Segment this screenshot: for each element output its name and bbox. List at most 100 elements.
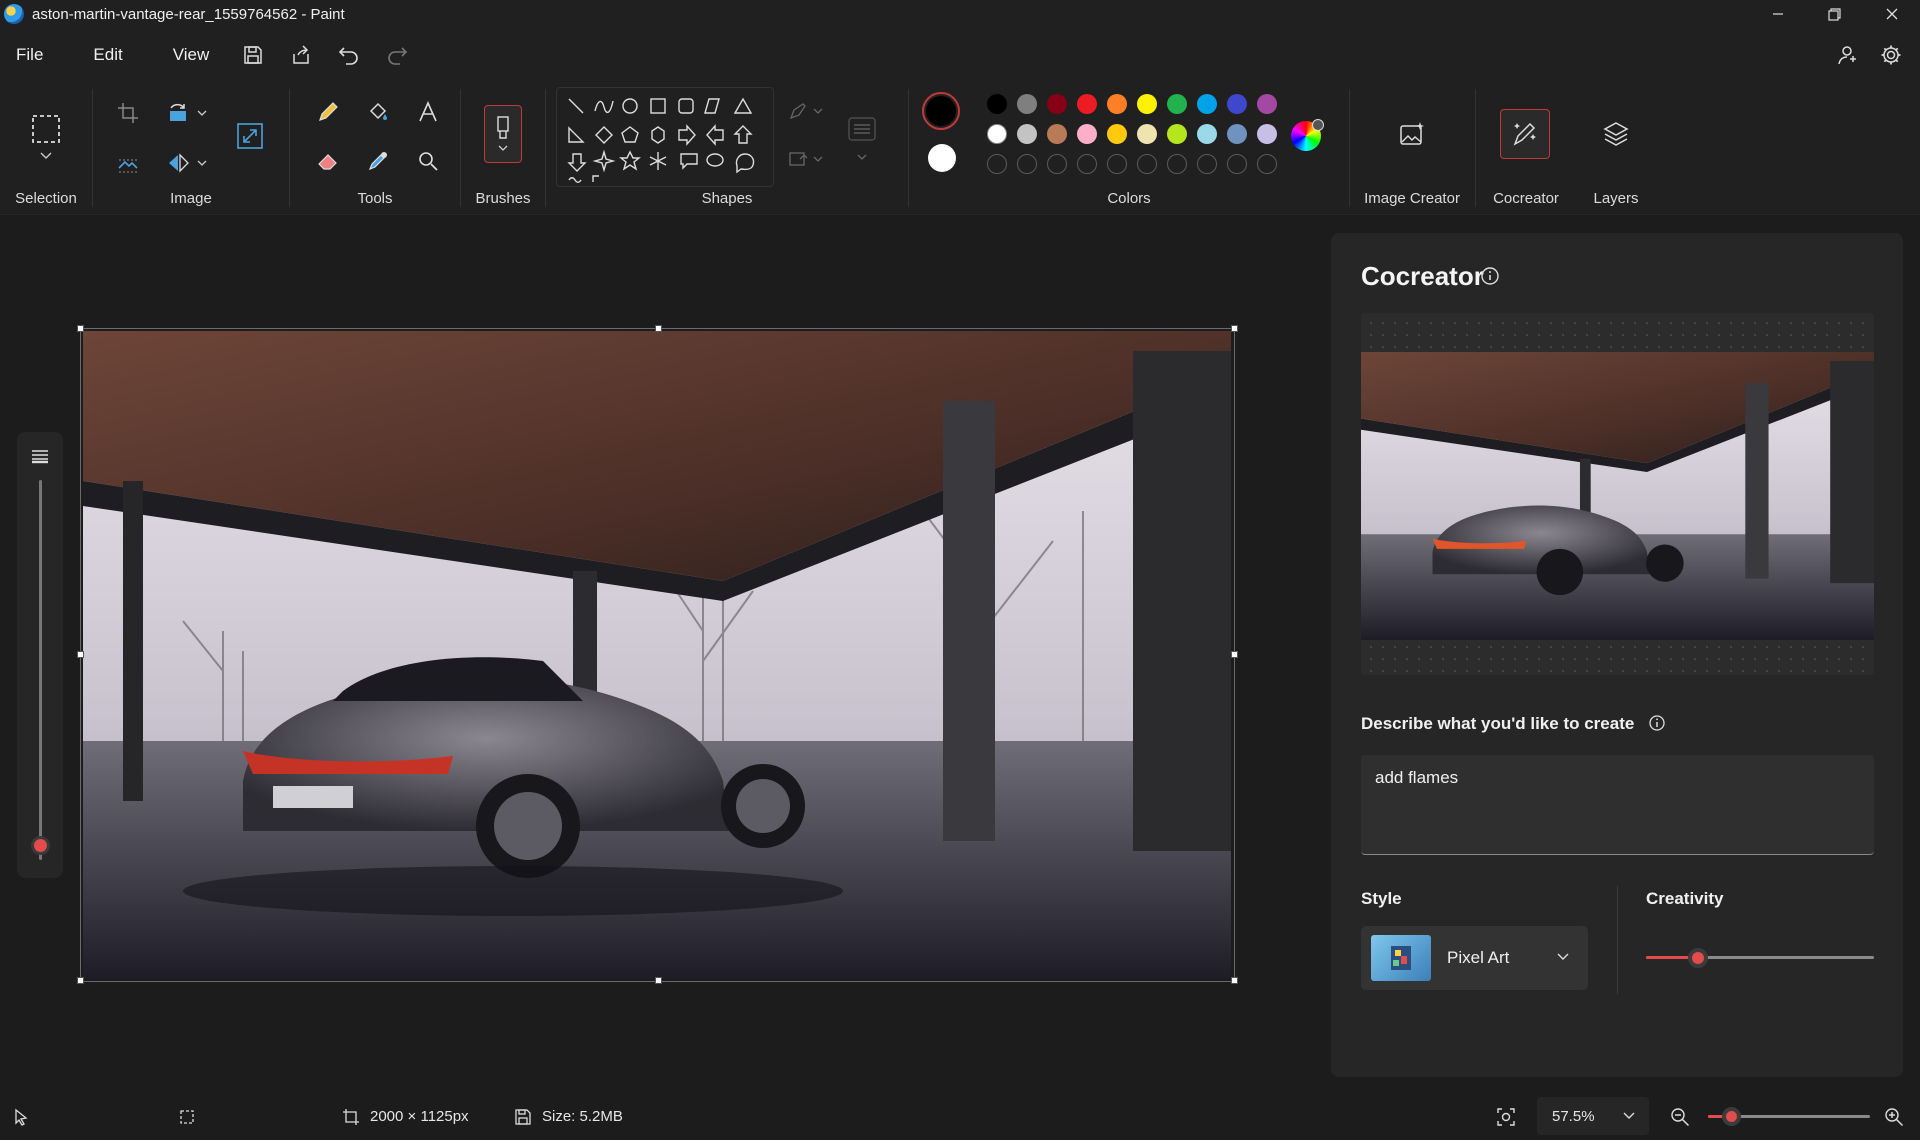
fit-to-window-icon[interactable] [1496,1107,1516,1127]
custom-color-slot[interactable] [1017,154,1037,174]
color-swatch[interactable] [1257,124,1277,144]
save-icon[interactable] [235,37,271,73]
share-icon[interactable] [283,37,319,73]
resize-handle[interactable] [1231,325,1238,332]
resize-handle[interactable] [655,325,662,332]
menu-view[interactable]: View [159,45,224,65]
shape-outline-chevron-down-icon[interactable] [812,105,824,117]
rectangle-selection-icon[interactable] [28,111,64,147]
shape-fill-chevron-down-icon[interactable] [812,153,824,165]
crop-icon[interactable] [113,98,143,128]
stroke-size-icon[interactable] [846,115,878,143]
add-color-icon[interactable] [1312,119,1324,131]
image-creator-group[interactable]: Image Creator [1350,81,1474,215]
color-swatch[interactable] [1227,94,1247,114]
shapes-gallery[interactable] [556,87,774,187]
fill-bucket-icon[interactable] [362,96,394,128]
remove-background-icon[interactable] [113,148,143,178]
custom-color-slot[interactable] [1107,154,1127,174]
describe-info-icon[interactable] [1647,713,1667,733]
color-swatch[interactable] [1047,124,1067,144]
brush-icon[interactable] [484,105,522,163]
flip-chevron-down-icon[interactable] [195,156,209,170]
resize-handle[interactable] [77,325,84,332]
style-dropdown[interactable]: Pixel Art [1361,926,1588,990]
rotate-chevron-down-icon[interactable] [195,106,209,120]
color-swatch[interactable] [1077,124,1097,144]
settings-gear-icon[interactable] [1877,41,1905,69]
color-swatch[interactable] [1227,124,1247,144]
resize-handle[interactable] [1231,977,1238,984]
resize-handle[interactable] [1231,651,1238,658]
layers-group[interactable]: Layers [1576,81,1656,215]
resize-handle[interactable] [77,651,84,658]
creativity-thumb[interactable] [1687,948,1708,968]
account-sync-icon[interactable] [1833,41,1861,69]
flip-icon[interactable] [163,148,193,178]
pencil-icon[interactable] [312,96,344,128]
close-button[interactable] [1863,0,1920,28]
text-tool-icon[interactable] [412,96,444,128]
info-icon[interactable] [1479,265,1501,287]
color-swatch[interactable] [1047,94,1067,114]
canvas-size-icon [343,1108,359,1125]
cocreator-panel: Cocreator Describe what you'd like to cr… [1331,233,1903,1077]
zoom-out-icon[interactable] [1670,1107,1690,1127]
color-swatch[interactable] [1197,94,1217,114]
selection-chevron-down-icon[interactable] [38,149,54,163]
color-swatch[interactable] [987,94,1007,114]
color-swatch[interactable] [987,124,1007,144]
layers-icon[interactable] [1599,117,1633,151]
prompt-textarea[interactable]: add flames [1361,755,1874,855]
menu-edit[interactable]: Edit [79,45,136,65]
image-creator-icon[interactable] [1395,117,1429,151]
resize-handle[interactable] [77,977,84,984]
stroke-size-chevron-down-icon[interactable] [856,151,868,163]
car-photo-canvas[interactable] [83,331,1231,979]
color-swatch[interactable] [1167,124,1187,144]
color-swatch[interactable] [1167,94,1187,114]
custom-color-slot[interactable] [1077,154,1097,174]
resize-handle[interactable] [655,977,662,984]
zoom-dropdown[interactable]: 57.5% [1537,1097,1649,1135]
zoom-in-icon[interactable] [1884,1107,1904,1127]
shape-fill-icon[interactable] [786,147,810,171]
custom-color-slot[interactable] [1137,154,1157,174]
color-swatch[interactable] [1107,124,1127,144]
redo-icon[interactable] [379,37,415,73]
undo-icon[interactable] [331,37,367,73]
color-swatch[interactable] [1257,94,1277,114]
color-swatch[interactable] [1017,94,1037,114]
cocreator-icon[interactable] [1500,109,1550,159]
custom-color-slot[interactable] [1227,154,1247,174]
minimize-button[interactable] [1749,0,1806,28]
brush-size-thumb[interactable] [31,836,50,855]
color-swatch[interactable] [1137,124,1157,144]
custom-color-slot[interactable] [1167,154,1187,174]
layers-label: Layers [1593,190,1639,207]
color-swatch[interactable] [1077,94,1097,114]
resize-icon[interactable] [233,119,267,153]
brush-size-slider[interactable] [17,432,63,878]
color-swatch[interactable] [1197,124,1217,144]
custom-color-slot[interactable] [987,154,1007,174]
color-swatch[interactable] [1017,124,1037,144]
color-swatch[interactable] [1107,94,1127,114]
color-picker-icon[interactable] [362,145,394,177]
cocreator-group[interactable]: Cocreator [1476,81,1576,215]
custom-color-slot[interactable] [1047,154,1067,174]
custom-color-slot[interactable] [1257,154,1277,174]
shape-outline-icon[interactable] [786,99,810,123]
creativity-slider[interactable] [1646,948,1874,968]
eraser-icon[interactable] [312,145,344,177]
custom-color-slot[interactable] [1197,154,1217,174]
menu-file[interactable]: File [2,45,57,65]
brush-size-track[interactable] [39,480,42,860]
cocreator-panel-title: Cocreator [1361,261,1484,292]
rotate-icon[interactable] [163,98,193,128]
zoom-slider[interactable] [1708,1106,1870,1126]
zoom-thumb[interactable] [1722,1107,1742,1126]
color-swatch[interactable] [1137,94,1157,114]
restore-button[interactable] [1806,0,1863,28]
magnifier-icon[interactable] [412,145,444,177]
